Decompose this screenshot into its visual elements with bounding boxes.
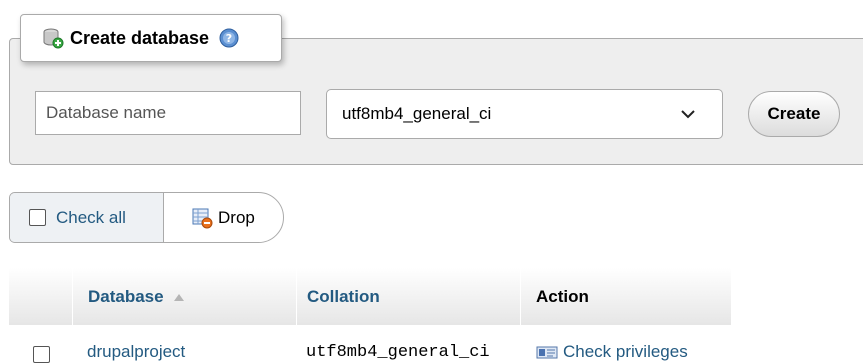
check-privileges-label: Check privileges [563,342,688,361]
database-add-icon [43,28,64,49]
table-header: Database Collation Action [9,268,731,325]
column-header-action: Action [520,268,731,325]
check-all-label: Check all [56,207,126,227]
svg-text:?: ? [226,32,232,45]
bulk-actions-group: Check all Drop [9,192,284,243]
chevron-down-icon [681,110,695,119]
row-checkbox[interactable] [33,346,50,363]
create-database-legend: Create database ? [20,14,282,62]
databases-page: Create database ? utf8mb4_general_ci Cre… [0,0,863,363]
collation-selected-value: utf8mb4_general_ci [342,104,492,123]
column-header-database[interactable]: Database [72,268,296,325]
database-link[interactable]: drupalproject [87,342,185,362]
check-all-control[interactable]: Check all [10,193,164,242]
create-database-title: Create database [70,27,210,48]
drop-label: Drop [218,207,255,227]
privileges-icon [536,346,558,359]
check-privileges-link[interactable]: Check privileges [536,342,688,362]
column-header-database-label: Database [88,286,164,306]
help-icon[interactable]: ? [219,28,239,48]
drop-icon [192,208,213,228]
create-button[interactable]: Create [748,91,840,137]
column-header-collation-label: Collation [307,286,380,306]
check-all-checkbox[interactable] [29,209,46,226]
column-header-action-label: Action [536,286,589,306]
collation-value: utf8mb4_general_ci [306,343,490,362]
sort-ascending-icon [173,294,184,301]
table-row: drupalproject utf8mb4_general_ci Check p… [9,338,731,363]
column-header-collation[interactable]: Collation [296,268,520,325]
collation-select[interactable]: utf8mb4_general_ci [326,89,723,139]
database-name-input[interactable] [35,91,301,135]
drop-button[interactable]: Drop [164,193,283,242]
